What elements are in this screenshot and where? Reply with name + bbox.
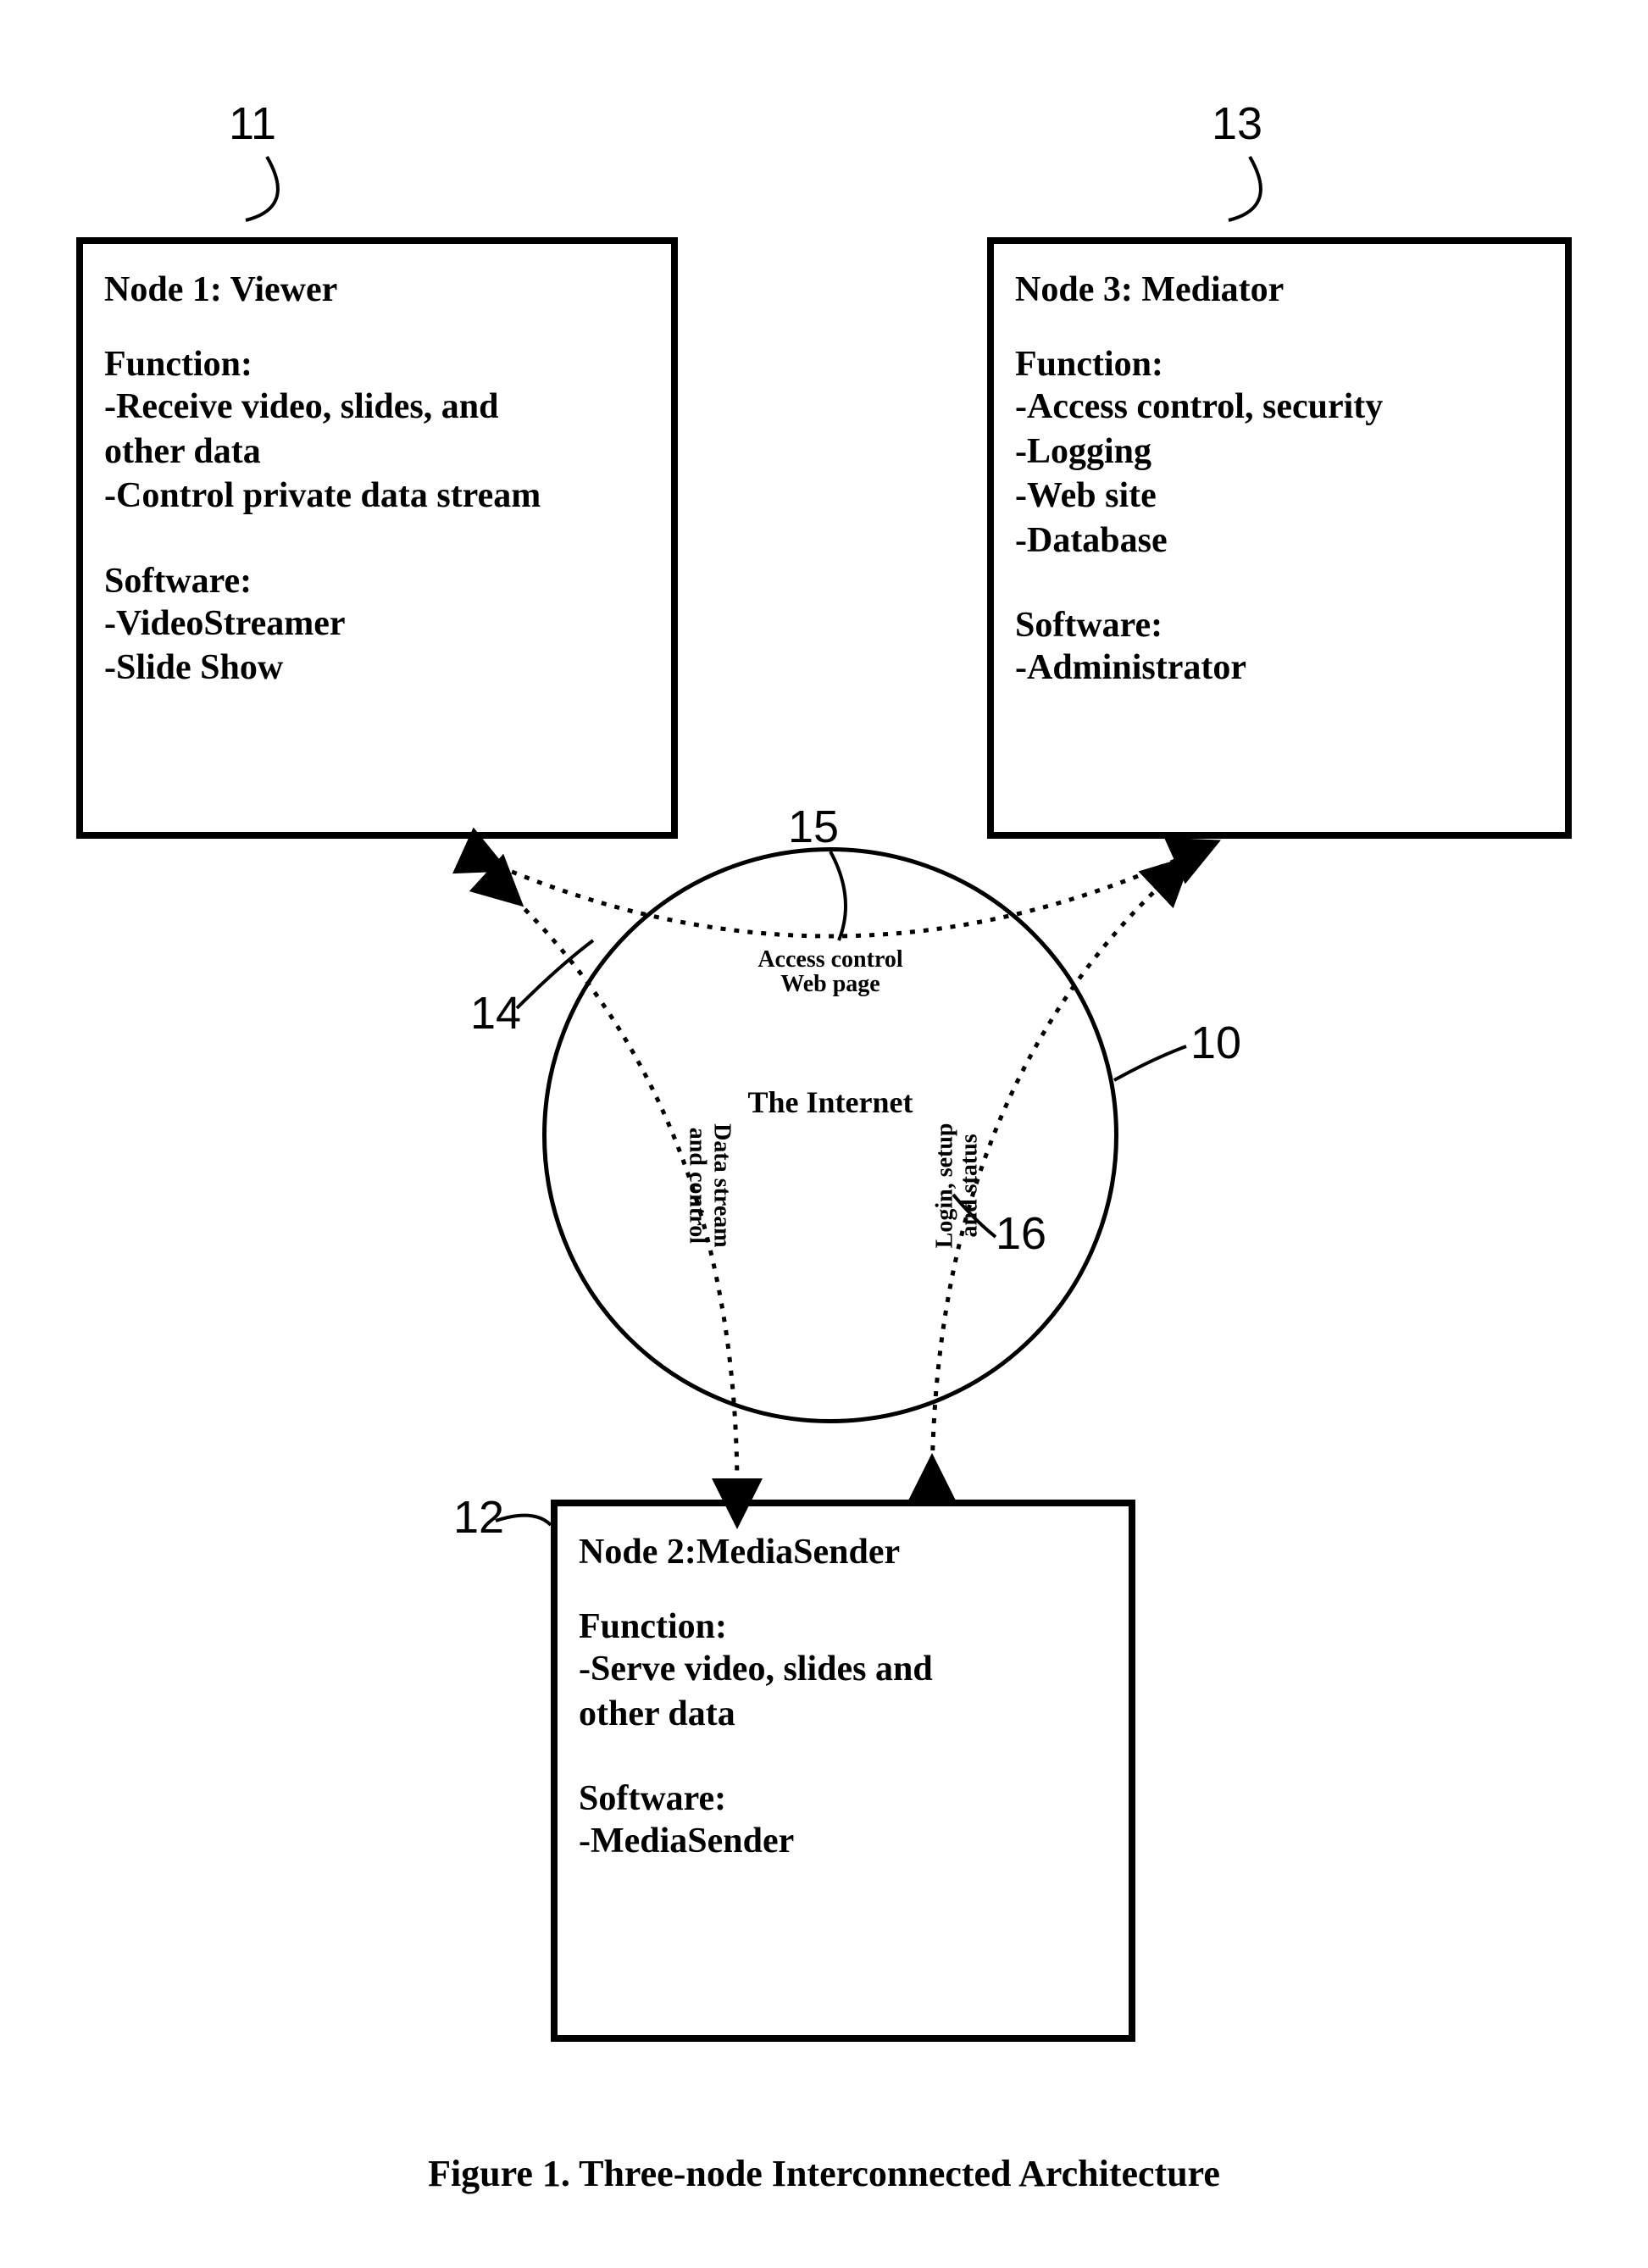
data-stream-line1: Data stream (708, 1123, 735, 1247)
node1-box: Node 1: Viewer Function: -Receive video,… (76, 237, 678, 839)
node3-function-label: Function: (1015, 344, 1544, 385)
node3-software-item: -Administrator (1015, 646, 1544, 690)
ref-13: 13 (1212, 97, 1262, 150)
node1-function-item: -Receive video, slides, and (104, 385, 650, 430)
internet-label: The Internet (737, 1084, 924, 1120)
access-control-line2: Web page (780, 971, 879, 997)
node1-function-item: -Control private data stream (104, 474, 650, 518)
internet-circle (542, 847, 1118, 1423)
node2-function-item: other data (579, 1692, 1107, 1737)
ref-16: 16 (996, 1207, 1046, 1260)
login-setup-line2: and status (957, 1134, 983, 1237)
node2-box: Node 2:MediaSender Function: -Serve vide… (551, 1500, 1135, 2042)
node2-software-label: Software: (579, 1778, 1107, 1819)
access-control-line1: Access control (757, 946, 902, 973)
node3-function-item: -Logging (1015, 430, 1544, 474)
ref-15: 15 (788, 801, 839, 853)
node3-software-label: Software: (1015, 605, 1544, 646)
node3-function-item: -Web site (1015, 474, 1544, 518)
node1-software-item: -VideoStreamer (104, 602, 650, 646)
login-setup-label: Login, setup and status (933, 1105, 983, 1266)
node3-function-item: -Access control, security (1015, 385, 1544, 430)
ref-11: 11 (229, 97, 276, 150)
node1-software-label: Software: (104, 561, 650, 602)
node1-software-item: -Slide Show (104, 646, 650, 690)
ref-14: 14 (470, 987, 521, 1040)
access-control-label: Access control Web page (720, 947, 941, 997)
login-setup-line1: Login, setup (932, 1123, 958, 1248)
node1-function-item: other data (104, 430, 650, 474)
node2-function-item: -Serve video, slides and (579, 1647, 1107, 1692)
data-stream-label: Data stream and control (685, 1105, 735, 1266)
node1-function-label: Function: (104, 344, 650, 385)
data-stream-line2: and control (684, 1128, 710, 1244)
node1-title: Node 1: Viewer (104, 269, 650, 310)
node3-function-item: -Database (1015, 518, 1544, 563)
ref-10: 10 (1190, 1017, 1241, 1069)
node2-software-item: -MediaSender (579, 1819, 1107, 1864)
node3-title: Node 3: Mediator (1015, 269, 1544, 310)
ref-12: 12 (453, 1491, 504, 1544)
figure-caption: Figure 1. Three-node Interconnected Arch… (0, 2152, 1648, 2195)
node2-title: Node 2:MediaSender (579, 1532, 1107, 1572)
node2-function-label: Function: (579, 1606, 1107, 1647)
node3-box: Node 3: Mediator Function: -Access contr… (987, 237, 1572, 839)
